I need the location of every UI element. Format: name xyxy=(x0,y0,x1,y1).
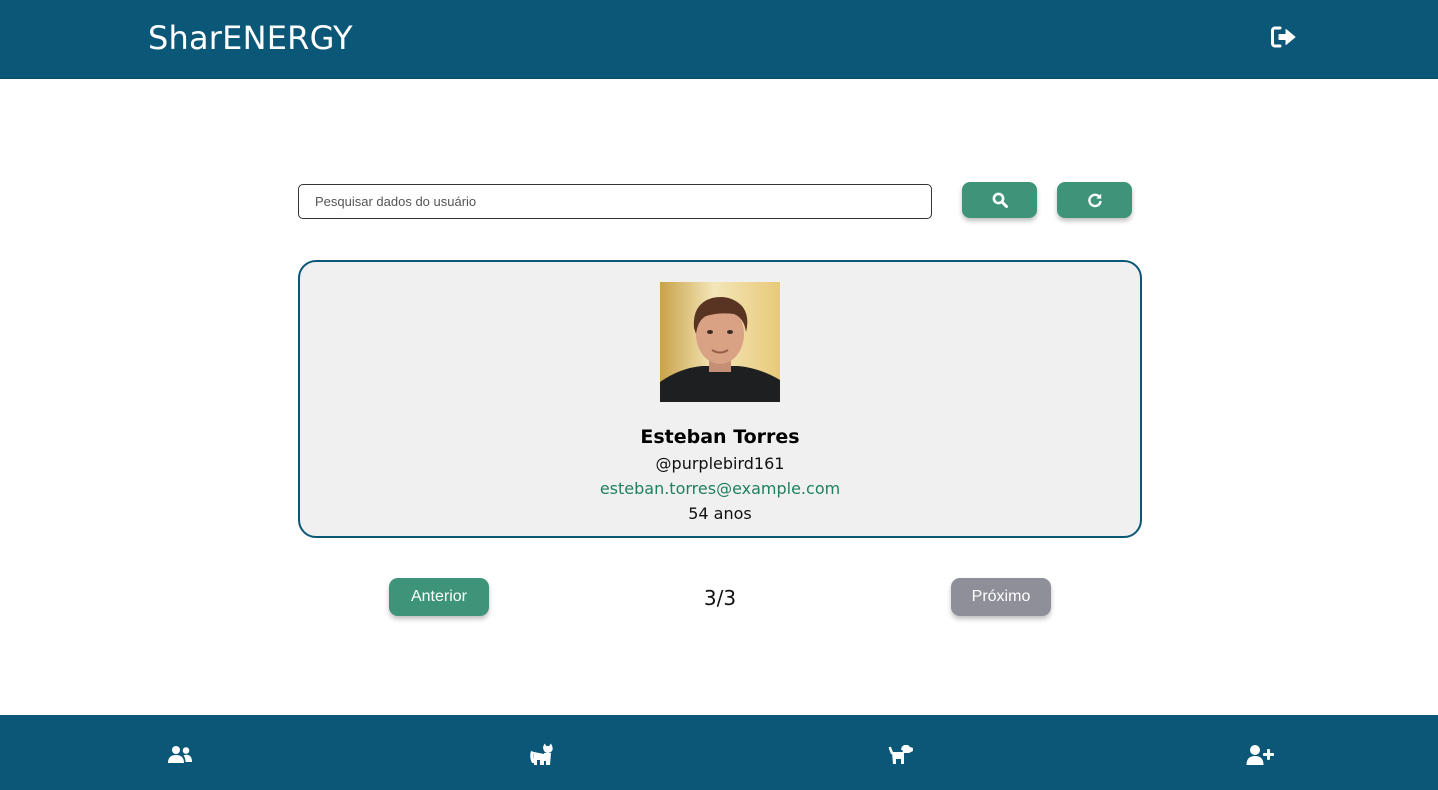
nav-item-cat[interactable] xyxy=(526,740,556,770)
app-header: SharENERGY xyxy=(0,0,1438,79)
user-card: Esteban Torres @purplebird161 esteban.to… xyxy=(298,260,1142,538)
dog-icon xyxy=(888,745,913,764)
cat-icon xyxy=(530,743,553,765)
nav-item-users[interactable] xyxy=(165,740,195,770)
refresh-button[interactable] xyxy=(1057,182,1132,218)
user-avatar xyxy=(660,282,780,402)
refresh-icon xyxy=(1087,193,1102,208)
logout-button[interactable] xyxy=(1270,24,1298,50)
app-logo: SharENERGY xyxy=(148,19,353,57)
search-button[interactable] xyxy=(962,182,1037,218)
users-icon xyxy=(168,746,192,763)
nav-item-dog[interactable] xyxy=(886,740,916,770)
page-indicator: 3/3 xyxy=(703,586,737,610)
search-icon xyxy=(992,192,1008,208)
sign-out-icon xyxy=(1271,26,1296,48)
nav-item-add-user[interactable] xyxy=(1245,740,1275,770)
user-plus-icon xyxy=(1246,745,1274,765)
user-age: 54 anos xyxy=(688,504,752,523)
search-input[interactable] xyxy=(298,184,932,219)
next-button[interactable]: Próximo xyxy=(951,578,1051,616)
user-name: Esteban Torres xyxy=(640,426,800,448)
bottom-nav xyxy=(0,715,1438,790)
user-email: esteban.torres@example.com xyxy=(599,479,841,498)
user-username: @purplebird161 xyxy=(655,454,785,473)
previous-button[interactable]: Anterior xyxy=(389,578,489,616)
